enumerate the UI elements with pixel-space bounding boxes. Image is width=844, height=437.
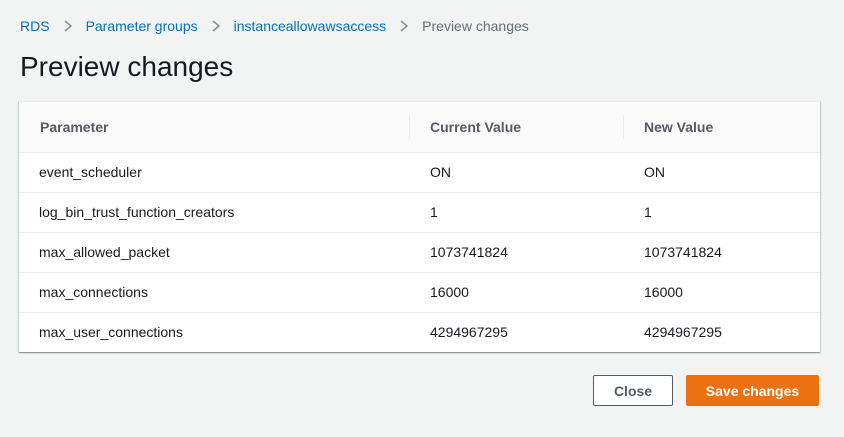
changes-table: Parameter Current Value New Value event_… [19, 102, 820, 352]
table-row: log_bin_trust_function_creators 1 1 [19, 192, 820, 233]
cell-parameter: max_allowed_packet [19, 232, 409, 273]
column-divider [409, 115, 410, 139]
page-title: Preview changes [20, 51, 234, 82]
breadcrumb-link-parameter-group[interactable]: instanceallowawsaccess [234, 17, 387, 35]
breadcrumb: RDS Parameter groups instanceallowawsacc… [20, 17, 529, 35]
cell-new-value: 1073741824 [623, 232, 820, 273]
cell-new-value: 1 [623, 192, 820, 233]
close-button[interactable]: Close [593, 375, 673, 406]
cell-current-value: 4294967295 [430, 324, 508, 341]
cell-current-value: 1073741824 [409, 232, 623, 273]
breadcrumb-link-rds[interactable]: RDS [20, 17, 50, 35]
table-row: max_connections 16000 16000 [19, 272, 820, 313]
chevron-right-icon [56, 17, 80, 35]
column-header-parameter: Parameter [19, 102, 409, 153]
table-header-row: Parameter Current Value New Value [19, 102, 820, 153]
table-row: max_user_connections 4294967295 42949672… [19, 312, 820, 352]
cell-current-value: 16000 [409, 272, 623, 313]
column-divider [623, 115, 624, 139]
cell-parameter: max_user_connections [39, 324, 183, 341]
column-header-new-value: New Value [623, 102, 820, 153]
cell-parameter: log_bin_trust_function_creators [19, 192, 409, 233]
breadcrumb-link-parameter-groups[interactable]: Parameter groups [86, 17, 198, 35]
table-row: max_allowed_packet 1073741824 1073741824 [19, 232, 820, 273]
cell-new-value: 4294967295 [644, 324, 722, 341]
table-row: event_scheduler ON ON [19, 152, 820, 193]
save-changes-button[interactable]: Save changes [686, 375, 819, 406]
breadcrumb-current: Preview changes [422, 18, 529, 34]
chevron-right-icon [204, 17, 228, 35]
chevron-right-icon [392, 17, 416, 35]
cell-current-value: 1 [409, 192, 623, 233]
cell-new-value: 16000 [623, 272, 820, 313]
cell-current-value: ON [409, 152, 623, 193]
cell-parameter: event_scheduler [19, 152, 409, 193]
cell-new-value: ON [623, 152, 820, 193]
column-header-label: New Value [644, 118, 714, 135]
column-header-label: Current Value [430, 118, 522, 135]
column-header-label: Parameter [40, 118, 109, 135]
column-header-current-value: Current Value [409, 102, 623, 153]
cell-parameter: max_connections [19, 272, 409, 313]
changes-table-container: Parameter Current Value New Value event_… [19, 101, 820, 352]
